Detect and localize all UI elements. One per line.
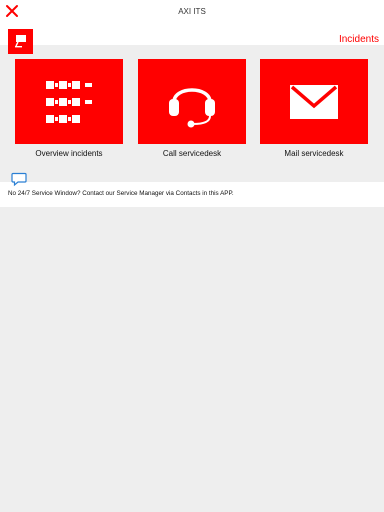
notice-text: No 24/7 Service Window? Contact our Serv… (8, 190, 234, 197)
chat-bubble-icon (11, 172, 27, 187)
tile-label-overview: Overview incidents (35, 149, 103, 158)
call-servicedesk-tile[interactable] (138, 59, 246, 144)
subheader-bar (0, 25, 384, 45)
tile-label-call: Call servicedesk (162, 149, 222, 158)
list-grid-icon (46, 80, 92, 123)
incidents-link[interactable]: Incidents (339, 34, 379, 45)
tile-label-mail: Mail servicedesk (284, 149, 344, 158)
mail-servicedesk-tile[interactable] (260, 59, 368, 144)
top-bar: AXI ITS (0, 0, 384, 25)
monitor-icon (15, 35, 26, 48)
envelope-icon (290, 84, 338, 119)
app-title: AXI ITS (178, 7, 206, 16)
overview-incidents-tile[interactable] (15, 59, 123, 144)
app-logo (8, 29, 33, 54)
headset-icon (169, 87, 215, 127)
